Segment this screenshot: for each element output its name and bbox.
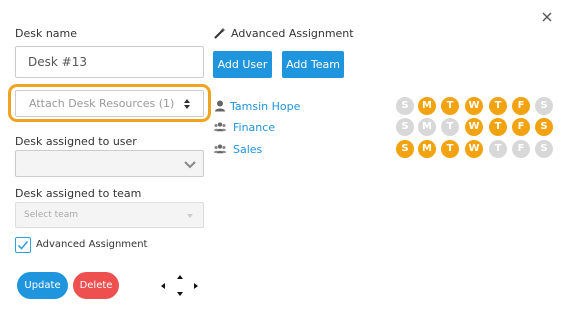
day-toggle[interactable]: S xyxy=(396,140,414,158)
day-toggle[interactable]: T xyxy=(441,97,459,115)
magic-wand-icon xyxy=(214,27,226,39)
checkmark-icon xyxy=(17,240,29,250)
chevron-down-icon xyxy=(184,161,196,169)
desk-team-select[interactable]: Select team xyxy=(15,202,204,228)
day-toggle[interactable]: T xyxy=(441,118,459,136)
desk-user-select[interactable] xyxy=(15,150,204,177)
delete-button[interactable]: Delete xyxy=(73,272,119,299)
desk-name-label: Desk name xyxy=(15,27,78,40)
day-toggle[interactable]: S xyxy=(396,118,414,136)
day-toggle[interactable]: S xyxy=(535,118,553,136)
advanced-assignment-checkbox-label: Advanced Assignment xyxy=(36,239,148,250)
user-icon xyxy=(215,100,225,112)
day-toggle[interactable]: M xyxy=(418,97,436,115)
day-toggle[interactable]: T xyxy=(489,97,507,115)
day-toggle[interactable]: S xyxy=(535,140,553,158)
add-team-button[interactable]: Add Team xyxy=(282,51,344,78)
day-toggle[interactable]: W xyxy=(465,97,483,115)
advanced-assignment-heading: Advanced Assignment xyxy=(231,27,354,40)
assignment-row: Finance S M T W T F S xyxy=(214,118,554,138)
day-toggle[interactable]: F xyxy=(512,97,530,115)
day-toggle[interactable]: S xyxy=(535,97,553,115)
day-toggle[interactable]: W xyxy=(465,140,483,158)
advanced-assignment-checkbox[interactable] xyxy=(15,237,31,253)
desk-user-label: Desk assigned to user xyxy=(15,135,137,148)
day-toggle[interactable]: T xyxy=(489,140,507,158)
arrow-right-icon xyxy=(194,283,198,289)
assignment-row: Tamsin Hope S M T W T F S xyxy=(214,97,554,117)
update-button[interactable]: Update xyxy=(17,272,68,299)
attach-desk-resources-select[interactable]: Attach Desk Resources (1) xyxy=(15,90,204,117)
add-user-button[interactable]: Add User xyxy=(213,51,272,78)
day-toggle[interactable]: M xyxy=(418,118,436,136)
day-toggle[interactable]: M xyxy=(418,140,436,158)
assignment-row: Sales S M T W T F S xyxy=(214,140,554,160)
team-icon xyxy=(214,144,226,154)
day-toggle[interactable]: T xyxy=(489,118,507,136)
day-toggle[interactable]: S xyxy=(396,97,414,115)
day-toggle[interactable]: F xyxy=(512,118,530,136)
day-toggle[interactable]: T xyxy=(441,140,459,158)
day-toggle[interactable]: W xyxy=(465,118,483,136)
desk-name-input[interactable] xyxy=(15,46,204,78)
arrow-up-icon xyxy=(177,275,183,279)
resources-select-text: Attach Desk Resources (1) xyxy=(29,97,175,110)
team-icon xyxy=(214,122,226,132)
day-toggle[interactable]: F xyxy=(512,140,530,158)
arrow-down-icon xyxy=(177,292,183,296)
move-handle[interactable] xyxy=(161,275,199,297)
assignment-name-link[interactable]: Tamsin Hope xyxy=(230,100,300,113)
team-select-placeholder: Select team xyxy=(24,210,78,220)
sort-caret-icon xyxy=(184,99,190,109)
dropdown-arrow-icon xyxy=(187,214,193,218)
arrow-left-icon xyxy=(161,283,165,289)
desk-team-label: Desk assigned to team xyxy=(15,187,142,200)
assignment-name-link[interactable]: Sales xyxy=(233,143,262,156)
assignment-name-link[interactable]: Finance xyxy=(233,121,275,134)
close-icon[interactable] xyxy=(539,9,555,25)
